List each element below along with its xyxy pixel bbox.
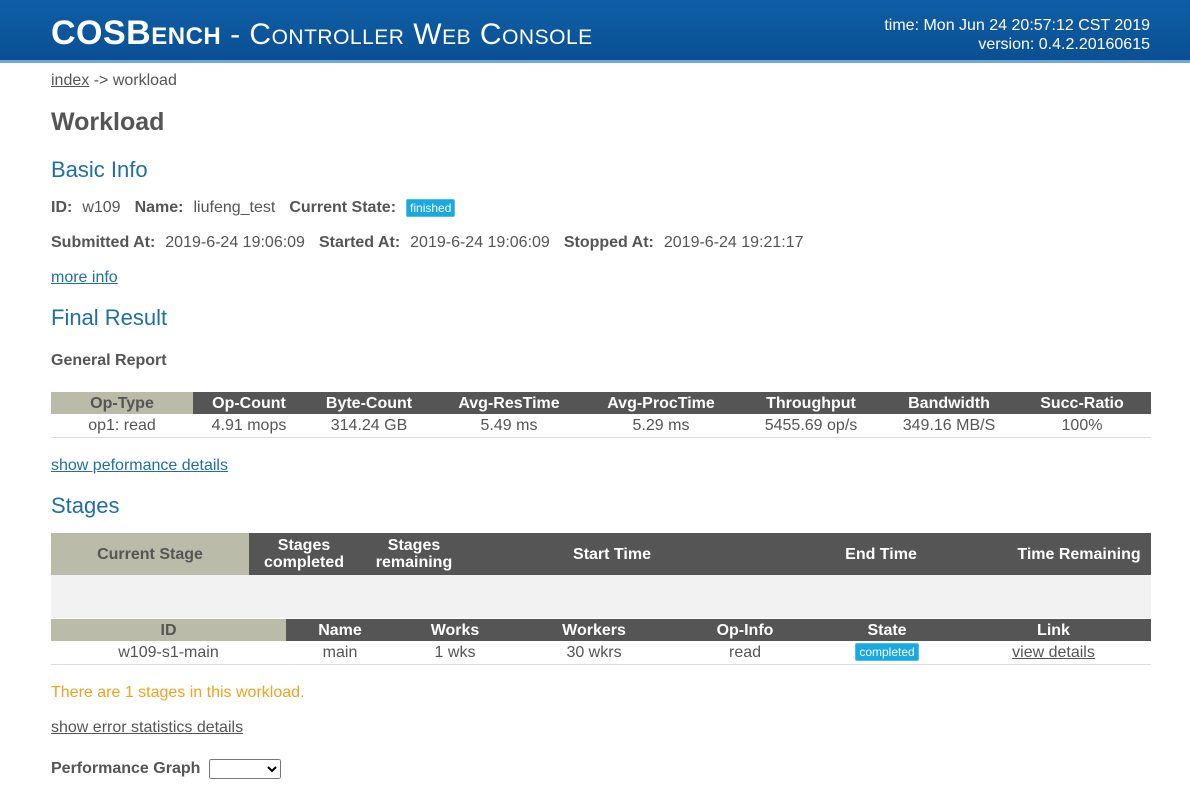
basic-info-row-2: Submitted At: 2019-6-24 19:06:09 Started A…: [51, 234, 804, 251]
col-time-remaining: Time Remaining: [1007, 533, 1151, 575]
show-performance-details-link[interactable]: show peformance details: [51, 457, 228, 474]
performance-graph-label: Performance Graph: [51, 760, 201, 777]
col-end-time: End Time: [755, 533, 1007, 575]
basic-info-heading: Basic Info: [51, 157, 148, 182]
workload-id: w109: [82, 199, 121, 217]
col-state: State: [818, 619, 956, 641]
submitted-label: Submitted At: [51, 234, 150, 251]
bandwidth-cell: 349.16 MB/S: [885, 414, 1013, 438]
state-label: Current State: [289, 199, 391, 217]
avg-proctime-cell: 5.29 ms: [585, 414, 737, 438]
general-report-label: General Report: [51, 352, 167, 369]
stages-table: ID Name Works Workers Op-Info State Link…: [51, 619, 1151, 665]
more-info-link[interactable]: more info: [51, 269, 118, 286]
started-label: Started At: [318, 234, 395, 251]
col-stage-id: ID: [51, 619, 286, 641]
col-op-count: Op-Count: [193, 392, 305, 414]
table-row: w109-s1-main main 1 wks 30 wkrs read com…: [51, 641, 1151, 665]
general-report-table: Op-Type Op-Count Byte-Count Avg-ResTime …: [51, 392, 1151, 438]
stages-heading: Stages: [51, 493, 120, 518]
name-label: Name: [134, 199, 179, 217]
breadcrumb-separator: ->: [89, 72, 113, 89]
brand-name: COSBench: [51, 14, 222, 52]
col-succ-ratio: Succ-Ratio: [1013, 392, 1151, 414]
breadcrumb-index-link[interactable]: index: [51, 72, 89, 89]
col-op-info: Op-Info: [672, 619, 818, 641]
breadcrumb: index -> workload: [51, 72, 177, 90]
col-byte-count: Byte-Count: [305, 392, 433, 414]
succ-ratio-cell: 100%: [1013, 414, 1151, 438]
throughput-cell: 5455.69 op/s: [737, 414, 885, 438]
workers-cell: 30 wkrs: [516, 641, 672, 665]
stage-summary-table: Current Stage Stages completed Stages re…: [51, 533, 1151, 618]
basic-info-row-1: ID: w109 Name: liufeng_test Current State: fi…: [51, 199, 469, 217]
col-throughput: Throughput: [737, 392, 885, 414]
server-version: version: 0.4.2.20160615: [978, 36, 1150, 53]
op-type-cell: op1: read: [51, 414, 193, 438]
page-title: Workload: [51, 108, 165, 136]
state-cell: completed: [818, 641, 956, 665]
performance-graph-select[interactable]: [208, 759, 281, 779]
col-op-type: Op-Type: [51, 392, 193, 414]
avg-restime-cell: 5.49 ms: [433, 414, 585, 438]
stages-count-note: There are 1 stages in this workload.: [51, 684, 305, 701]
started-at: 2019-6-24 19:06:09: [410, 234, 550, 251]
col-stage-name: Name: [286, 619, 394, 641]
col-start-time: Start Time: [469, 533, 755, 575]
op-count-cell: 4.91 mops: [193, 414, 305, 438]
col-bandwidth: Bandwidth: [885, 392, 1013, 414]
workload-name: liufeng_test: [193, 199, 276, 217]
final-result-heading: Final Result: [51, 305, 168, 330]
col-stages-completed: Stages completed: [249, 533, 359, 575]
app-title: COSBench - Controller Web Console: [51, 14, 593, 53]
performance-graph-row: Performance Graph: [51, 759, 281, 779]
op-info-cell: read: [672, 641, 818, 665]
stopped-label: Stopped At: [563, 234, 649, 251]
empty-stage-row: [51, 575, 1151, 618]
submitted-at: 2019-6-24 19:06:09: [165, 234, 305, 251]
header-meta: time: Mon Jun 24 20:57:12 CST 2019 versi…: [884, 16, 1150, 54]
stage-name-cell: main: [286, 641, 394, 665]
col-stages-remaining: Stages remaining: [359, 533, 469, 575]
state-badge: finished: [406, 199, 456, 217]
col-works: Works: [394, 619, 516, 641]
view-details-link[interactable]: view details: [1012, 644, 1095, 661]
app-header: COSBench - Controller Web Console time: …: [0, 0, 1190, 63]
link-cell: view details: [956, 641, 1151, 665]
col-avg-proctime: Avg-ProcTime: [585, 392, 737, 414]
show-error-statistics-link[interactable]: show error statistics details: [51, 719, 243, 736]
table-row: op1: read 4.91 mops 314.24 GB 5.49 ms 5.…: [51, 414, 1151, 438]
app-subtitle: - Controller Web Console: [221, 18, 593, 51]
breadcrumb-current: workload: [112, 72, 177, 89]
works-cell: 1 wks: [394, 641, 516, 665]
server-time: time: Mon Jun 24 20:57:12 CST 2019: [884, 17, 1150, 34]
table-row: [51, 575, 1151, 618]
col-current-stage: Current Stage: [51, 533, 249, 575]
col-avg-restime: Avg-ResTime: [433, 392, 585, 414]
col-link: Link: [956, 619, 1151, 641]
id-label: ID: [51, 199, 67, 217]
stage-state-badge: completed: [855, 643, 919, 662]
stopped-at: 2019-6-24 19:21:17: [663, 234, 804, 251]
col-workers: Workers: [516, 619, 672, 641]
stage-id-cell: w109-s1-main: [51, 641, 286, 665]
byte-count-cell: 314.24 GB: [305, 414, 433, 438]
